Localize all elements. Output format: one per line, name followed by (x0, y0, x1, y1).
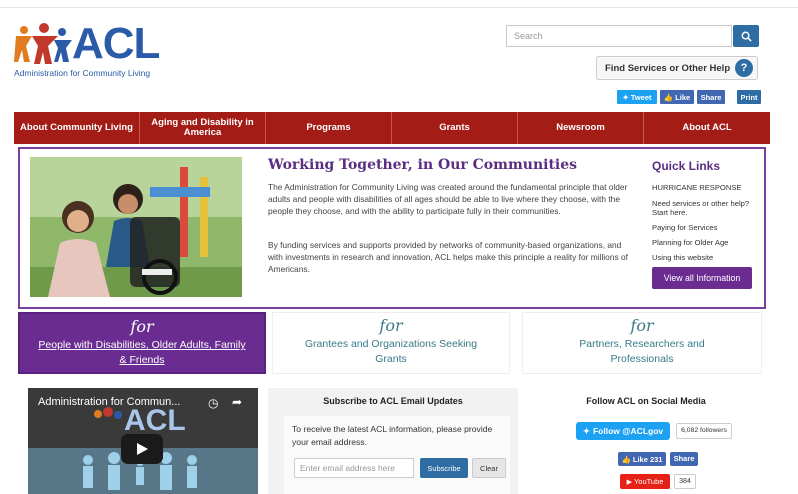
find-services-label: Find Services or Other Help (605, 62, 731, 74)
youtube-count: 384 (674, 474, 696, 489)
nav-newsroom[interactable]: Newsroom (518, 112, 644, 144)
for-grantees-label: Grantees and Organizations Seeking Grant… (304, 338, 478, 365)
twitter-bird-icon: ✦ (582, 425, 590, 436)
clear-button[interactable]: Clear (472, 458, 506, 478)
quick-link-hurricane[interactable]: HURRICANE RESPONSE (652, 183, 762, 192)
social-media-panel: Follow ACL on Social Media ✦ Follow @ACLg… (526, 388, 766, 494)
subscribe-button[interactable]: Subscribe (420, 458, 468, 478)
thumbs-up-icon: 👍 (663, 92, 674, 102)
nav-aging-disability[interactable]: Aging and Disability in America (140, 112, 266, 144)
for-grantees-word: for (379, 316, 403, 335)
for-people-label: People with Disabilities, Older Adults, … (38, 339, 246, 366)
video-logo-word: ACL (124, 404, 186, 437)
nav-about-community-living[interactable]: About Community Living (14, 112, 140, 144)
followers-count: 6,082 followers (676, 423, 732, 439)
hero-photo (30, 157, 242, 297)
subscribe-text: To receive the latest ACL information, p… (292, 424, 493, 447)
for-people-box[interactable]: for People with Disabilities, Older Adul… (18, 312, 266, 374)
play-icon (137, 443, 148, 455)
hero-paragraph-2: By funding services and supports provide… (268, 240, 628, 275)
twitter-follow-label: Follow @ACLgov (592, 426, 664, 436)
logo-wordmark: ACL (72, 19, 160, 68)
nav-programs[interactable]: Programs (266, 112, 392, 144)
for-partners-word: for (630, 316, 654, 335)
acl-logo[interactable]: ACL Administration for Community Living (14, 20, 174, 80)
search-icon (741, 31, 752, 42)
top-border (0, 0, 798, 8)
search-input[interactable]: Search (506, 25, 732, 47)
facebook-like-button[interactable]: 👍 Like (660, 90, 694, 104)
watch-later-icon[interactable]: ◷ (208, 396, 218, 410)
search-button[interactable] (733, 25, 759, 47)
people-figures-icon (14, 23, 72, 64)
facebook-share-button[interactable]: Share (697, 90, 725, 104)
for-partners-box[interactable]: for Partners, Researchers and Profession… (522, 312, 762, 374)
facebook-like-label: Like 231 (632, 454, 663, 464)
facebook-like-button[interactable]: 👍 Like 231 (618, 452, 666, 466)
quick-link-planning[interactable]: Planning for Older Age (652, 238, 762, 247)
main-nav: About Community Living Aging and Disabil… (14, 112, 770, 144)
quick-link-paying[interactable]: Paying for Services (652, 223, 762, 232)
like-label: Like (675, 92, 691, 102)
play-button[interactable] (121, 434, 163, 464)
subscribe-form: To receive the latest ACL information, p… (284, 416, 510, 494)
find-services-button[interactable]: Find Services or Other Help ? (596, 56, 758, 80)
subscribe-panel: Subscribe to ACL Email Updates To receiv… (268, 388, 518, 494)
video-player[interactable]: Administration for Commun... ◷ ➦ ACL (28, 388, 258, 494)
thumbs-up-icon: 👍 (621, 454, 631, 464)
help-icon: ? (735, 59, 753, 77)
hero-panel: Working Together, in Our Communities The… (18, 147, 766, 309)
facebook-share-button[interactable]: Share (670, 452, 698, 466)
view-all-information-button[interactable]: View all Information (652, 267, 752, 289)
email-input[interactable]: Enter email address here (294, 458, 414, 478)
for-people-word: for (130, 317, 154, 336)
quick-link-need-services[interactable]: Need services or other help? Start here. (652, 199, 762, 217)
share-label: Share (700, 92, 722, 102)
quick-links-title: Quick Links (652, 159, 721, 173)
twitter-follow-button[interactable]: ✦ Follow @ACLgov (576, 422, 670, 440)
tweet-label: Tweet (630, 92, 652, 102)
youtube-play-icon: ▶ (626, 478, 632, 486)
tweet-button[interactable]: ✦ Tweet (617, 90, 657, 104)
nav-about-acl[interactable]: About ACL (644, 112, 770, 144)
nav-grants[interactable]: Grants (392, 112, 518, 144)
twitter-bird-icon: ✦ (622, 92, 629, 102)
quick-link-using-website[interactable]: Using this website (652, 253, 762, 262)
print-label: Print (740, 92, 758, 102)
youtube-subscribe-button[interactable]: ▶ YouTube (620, 474, 670, 489)
social-title: Follow ACL on Social Media (586, 396, 706, 406)
for-grantees-box[interactable]: for Grantees and Organizations Seeking G… (272, 312, 510, 374)
hero-title: Working Together, in Our Communities (268, 157, 578, 173)
youtube-label: YouTube (633, 477, 664, 486)
hero-paragraph-1: The Administration for Community Living … (268, 182, 628, 217)
print-button[interactable]: Print (737, 90, 761, 104)
share-arrow-icon[interactable]: ➦ (232, 395, 242, 409)
logo-tagline: Administration for Community Living (14, 68, 151, 78)
subscribe-title: Subscribe to ACL Email Updates (323, 396, 463, 406)
for-partners-label: Partners, Researchers and Professionals (579, 338, 705, 365)
